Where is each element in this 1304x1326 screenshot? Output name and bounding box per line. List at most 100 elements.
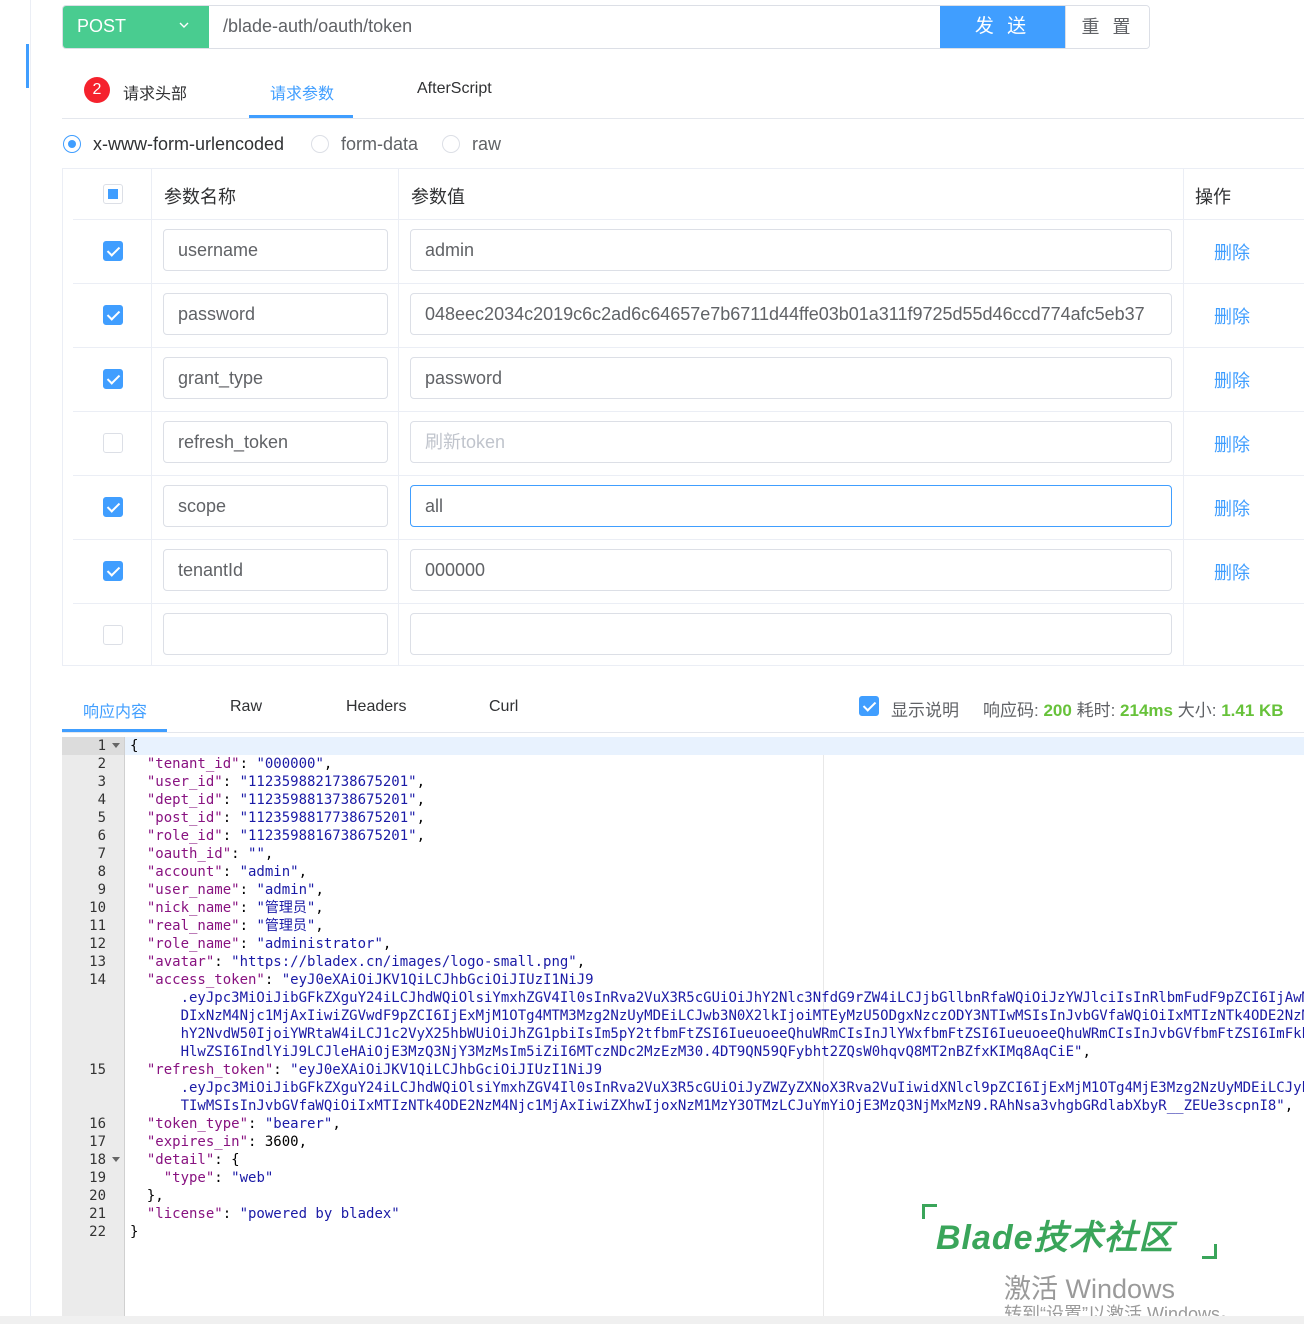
method-select[interactable]: POST (63, 6, 209, 48)
col-action: 操作 (1195, 187, 1231, 207)
radio-urlencoded-label[interactable]: x-www-form-urlencoded (93, 134, 284, 155)
delete-param-button[interactable]: 删除 (1214, 367, 1250, 393)
gutter-line: 2 (62, 755, 124, 773)
param-name-input[interactable]: username (163, 229, 388, 271)
delete-param-button[interactable]: 删除 (1214, 431, 1250, 457)
code-line: "oauth_id": "", (130, 845, 1304, 863)
gutter-line: 17 (62, 1133, 124, 1151)
json-key: "refresh_token" (146, 1062, 274, 1078)
param-enable-checkbox[interactable] (103, 241, 123, 261)
select-all-checkbox[interactable] (103, 184, 123, 204)
param-enable-checkbox[interactable] (103, 497, 123, 517)
gutter-line: 13 (62, 953, 124, 971)
param-enable-checkbox[interactable] (103, 625, 123, 645)
radio-raw-label[interactable]: raw (472, 134, 501, 155)
json-string: "000000" (256, 756, 324, 772)
fold-toggle-icon[interactable] (112, 743, 120, 748)
json-key: "user_name" (146, 882, 240, 898)
radio-raw[interactable] (442, 135, 460, 153)
param-name-input[interactable] (163, 613, 388, 655)
gutter-line (62, 1025, 124, 1043)
json-token: , (416, 810, 426, 826)
json-token: 3600 (264, 1134, 299, 1150)
line-number: 6 (97, 828, 106, 844)
param-name-input[interactable]: tenantId (163, 549, 388, 591)
delete-param-button[interactable]: 删除 (1214, 239, 1250, 265)
radio-form-data-label[interactable]: form-data (341, 134, 418, 155)
status-code: 200 (1043, 701, 1072, 720)
param-enable-checkbox[interactable] (103, 561, 123, 581)
param-enable-checkbox[interactable] (103, 433, 123, 453)
param-name-input[interactable]: scope (163, 485, 388, 527)
code-line: HlwZSI6IndlYiJ9LCJleHAiOjE3MzQ3NjY3MzMsI… (130, 1043, 1304, 1061)
code-line: "post_id": "1123598817738675201", (130, 809, 1304, 827)
gutter-line: 11 (62, 917, 124, 935)
delete-param-button[interactable]: 删除 (1214, 303, 1250, 329)
show-desc-checkbox[interactable] (859, 696, 879, 716)
gutter-line: 9 (62, 881, 124, 899)
size-label: 大小: (1177, 701, 1217, 720)
json-string: "bearer" (264, 1116, 333, 1132)
tab-raw[interactable]: Raw (230, 698, 262, 716)
param-value-input[interactable]: admin (410, 229, 1172, 271)
delete-param-button[interactable]: 删除 (1214, 495, 1250, 521)
response-json[interactable]: { "tenant_id": "000000", "user_id": "112… (130, 737, 1304, 1241)
param-row: tenantId 000000 删除 (73, 539, 1304, 604)
param-value-input[interactable]: 刷新token (410, 421, 1172, 463)
tab-headers[interactable]: 请求头部 (123, 80, 187, 104)
tab-afterscript[interactable]: AfterScript (417, 80, 492, 98)
line-number: 21 (89, 1206, 106, 1222)
line-number: 16 (89, 1116, 106, 1132)
param-name-input[interactable]: grant_type (163, 357, 388, 399)
json-key: "post_id" (146, 810, 223, 826)
code-line: "access_token": "eyJ0eXAiOiJKV1QiLCJhbGc… (130, 971, 1304, 989)
json-string: "1123598817738675201" (239, 810, 417, 826)
param-enable-checkbox[interactable] (103, 305, 123, 325)
param-value-input[interactable]: password (410, 357, 1172, 399)
param-value-input[interactable]: 048eec2034c2019c6c2ad6c64657e7b6711d44ff… (410, 293, 1172, 335)
json-token: : (214, 954, 232, 970)
json-string: "eyJ0eXAiOiJKV1QiLCJhbGciOiJIUzI1NiJ9 (281, 972, 594, 988)
json-token: , (332, 1116, 341, 1132)
param-name-input[interactable]: refresh_token (163, 421, 388, 463)
json-token: : (239, 936, 257, 952)
json-string: DIxNzM4Njc1MjAxIiwiZGVwdF9pZCI6IjExMjM1O… (180, 1008, 1304, 1024)
radio-form-data[interactable] (311, 135, 329, 153)
response-stats: 响应码: 200 耗时: 214ms 大小: 1.41 KB (983, 696, 1284, 721)
gutter-line (62, 989, 124, 1007)
gutter-line: 18 (62, 1151, 124, 1169)
code-line: DIxNzM4Njc1MjAxIiwiZGVwdF9pZCI6IjExMjM1O… (130, 1007, 1304, 1025)
line-number: 5 (97, 810, 106, 826)
delete-param-button[interactable]: 删除 (1214, 559, 1250, 585)
chevron-down-icon (179, 22, 189, 28)
param-value-input[interactable] (410, 613, 1172, 655)
tab-headers-response[interactable]: Headers (346, 698, 406, 716)
radio-urlencoded[interactable] (63, 135, 81, 153)
request-url-bar: POST /blade-auth/oauth/token 发 送 重 置 (62, 5, 1150, 49)
send-button[interactable]: 发 送 (940, 6, 1065, 48)
param-value-input[interactable]: all (410, 485, 1172, 527)
param-value-input[interactable]: 000000 (410, 549, 1172, 591)
code-line: "user_name": "admin", (130, 881, 1304, 899)
param-enable-checkbox[interactable] (103, 369, 123, 389)
col-param-name: 参数名称 (164, 187, 236, 207)
tab-params[interactable]: 请求参数 (270, 80, 334, 104)
line-number: 15 (89, 1062, 106, 1078)
json-token: : (248, 1134, 265, 1150)
param-name-input[interactable]: password (163, 293, 388, 335)
gutter-line: 1 (62, 737, 124, 755)
json-key: "expires_in" (146, 1134, 249, 1150)
json-token: , (1284, 1098, 1294, 1114)
tab-curl[interactable]: Curl (489, 698, 518, 716)
fold-toggle-icon[interactable] (112, 1157, 120, 1162)
url-input[interactable]: /blade-auth/oauth/token (223, 16, 412, 37)
tab-response-content[interactable]: 响应内容 (83, 698, 147, 722)
json-token: : (273, 1062, 291, 1078)
line-number: 8 (97, 864, 106, 880)
reset-button[interactable]: 重 置 (1065, 6, 1149, 48)
json-key: "license" (146, 1206, 223, 1222)
code-line: "user_id": "1123598821738675201", (130, 773, 1304, 791)
line-number: 13 (89, 954, 106, 970)
show-desc-label[interactable]: 显示说明 (891, 696, 959, 721)
